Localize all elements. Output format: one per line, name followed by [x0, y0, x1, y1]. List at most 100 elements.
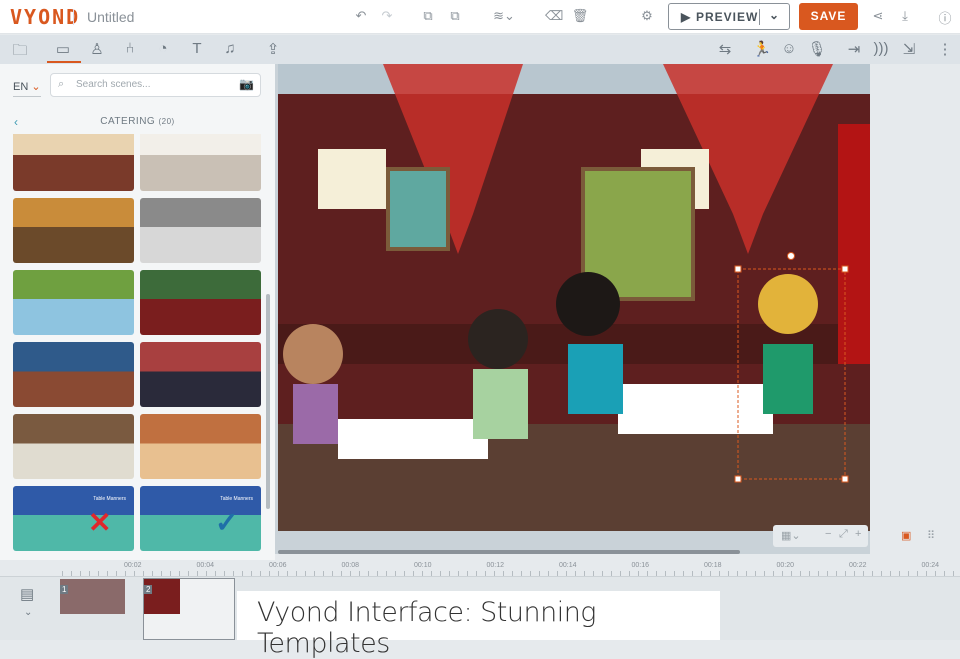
- swap-icon[interactable]: ⇆: [714, 40, 736, 58]
- scenes-tab-icon[interactable]: ▭: [52, 40, 74, 58]
- microphone-icon[interactable]: 🎙: [806, 40, 828, 58]
- zoom-controls: ▦⌄ − ⤢ +: [773, 525, 868, 547]
- ruler-tick: [953, 571, 954, 576]
- trash-icon[interactable]: 🗑: [571, 8, 589, 24]
- save-button[interactable]: SAVE: [799, 3, 858, 30]
- category-title: CATERING (20): [100, 116, 175, 127]
- scene-thumbnail[interactable]: [13, 198, 134, 263]
- ruler-tick: [233, 571, 234, 576]
- ruler-tick: [440, 571, 441, 576]
- scene-thumbnail[interactable]: Table Manners ✕: [13, 486, 134, 551]
- character-icon[interactable]: ♙: [86, 40, 108, 58]
- ruler-tick: [917, 571, 918, 576]
- zoom-in-icon[interactable]: +: [855, 528, 861, 540]
- zoom-out-icon[interactable]: −: [825, 528, 831, 540]
- scene-thumbnail[interactable]: [13, 342, 134, 407]
- ruler-tick: [467, 571, 468, 576]
- ruler-tick: [377, 571, 378, 576]
- ruler-tick: [674, 571, 675, 576]
- layers-icon[interactable]: ≋⌄: [490, 8, 518, 24]
- scene-track-icon[interactable]: ▤: [20, 585, 34, 603]
- ruler-tick: [449, 571, 450, 576]
- ruler-tick: [413, 571, 414, 576]
- download-icon[interactable]: ⤓: [896, 8, 914, 24]
- props-chair-icon[interactable]: ⑃: [119, 40, 141, 57]
- text-icon[interactable]: T: [186, 40, 208, 57]
- motion-path-icon[interactable]: ))): [870, 40, 892, 57]
- search-icon: ⌕: [58, 78, 65, 90]
- scene-thumbnail[interactable]: [140, 134, 261, 191]
- ruler-tick: [737, 571, 738, 576]
- ruler-tick: [548, 571, 549, 576]
- paste-icon[interactable]: ⧉: [446, 8, 464, 24]
- ruler-tick: [125, 571, 126, 576]
- exit-effect-icon[interactable]: ⇲: [898, 40, 920, 58]
- grid-view-icon[interactable]: ⠿: [927, 529, 935, 542]
- scene-thumbnail[interactable]: [140, 414, 261, 479]
- music-icon[interactable]: ♫: [219, 40, 241, 57]
- expression-mask-icon[interactable]: ☺: [778, 40, 800, 57]
- settings-gear-icon[interactable]: ⚙: [638, 8, 656, 24]
- more-menu-icon[interactable]: ⋮: [934, 40, 956, 58]
- scene-thumbnail[interactable]: [13, 134, 134, 191]
- ruler-tick: [332, 571, 333, 576]
- ruler-tick-label: 00:08: [341, 562, 360, 569]
- red-x-icon: ✕: [88, 507, 112, 538]
- ruler-tick-label: 00:10: [414, 562, 432, 569]
- canvas-horizontal-scrollbar[interactable]: [278, 550, 740, 554]
- ruler-tick: [188, 571, 189, 576]
- grid-icon[interactable]: ▦⌄: [781, 529, 801, 542]
- chevron-down-icon[interactable]: ⌄: [24, 607, 32, 618]
- folder-video-icon[interactable]: 🗀: [9, 40, 31, 65]
- chart-pie-icon[interactable]: ◔: [152, 40, 174, 57]
- search-input[interactable]: ⌕ Search scenes... 📷: [50, 73, 261, 97]
- enter-effect-icon[interactable]: ⇥: [843, 40, 865, 58]
- ruler-tick: [314, 571, 315, 576]
- frame-view-icon[interactable]: ▣: [901, 529, 911, 542]
- camera-icon[interactable]: 📷: [239, 77, 254, 91]
- ruler-tick: [746, 571, 747, 576]
- ruler-tick: [800, 571, 801, 576]
- ruler-tick: [476, 571, 477, 576]
- timeline-ruler[interactable]: 00:02 00:04 00:06 00:08 00:10 00:12 00:14 00:16…: [0, 560, 960, 577]
- undo-icon[interactable]: ↶: [352, 8, 370, 24]
- scene-thumbnail[interactable]: [140, 342, 261, 407]
- scene-thumbnail[interactable]: [140, 198, 261, 263]
- ruler-tick-label: 00:04: [196, 562, 215, 569]
- upload-icon[interactable]: ⇪: [262, 40, 284, 58]
- preview-button[interactable]: ▶ PREVIEW ⌄: [668, 3, 790, 30]
- help-icon[interactable]: ⓘ: [936, 8, 954, 27]
- ruler-tick: [62, 571, 63, 576]
- ruler-tick-label: 00:22: [849, 562, 867, 569]
- project-title[interactable]: Untitled: [87, 9, 134, 25]
- ruler-tick: [944, 571, 945, 576]
- ruler-tick: [215, 571, 216, 576]
- clear-icon[interactable]: ⌫: [545, 8, 563, 24]
- timeline-scene-2[interactable]: 2: [143, 578, 235, 640]
- ruler-tick: [566, 571, 567, 576]
- ruler-tick: [620, 571, 621, 576]
- language-select[interactable]: EN ⌄: [13, 80, 41, 97]
- checkmark-icon: ✓: [215, 507, 239, 538]
- ruler-tick: [341, 571, 342, 576]
- scene-canvas[interactable]: [278, 64, 870, 531]
- ruler-tick: [755, 571, 756, 576]
- ruler-tick: [584, 571, 585, 576]
- fit-icon[interactable]: ⤢: [839, 528, 848, 541]
- chevron-down-icon[interactable]: ⌄: [769, 8, 780, 22]
- ruler-tick: [683, 571, 684, 576]
- scene-thumbnail[interactable]: [140, 270, 261, 335]
- scene-thumbnail[interactable]: [13, 414, 134, 479]
- timeline-scene-1[interactable]: 1: [60, 579, 125, 614]
- divider: [759, 9, 760, 25]
- action-run-icon[interactable]: 🏃: [751, 40, 773, 58]
- panel-scrollbar[interactable]: [266, 294, 270, 509]
- ruler-tick: [791, 571, 792, 576]
- scene-thumbnail[interactable]: Table Manners ✓: [140, 486, 261, 551]
- ruler-tick-label: 00:14: [559, 562, 577, 569]
- scene-thumbnail[interactable]: [13, 270, 134, 335]
- redo-icon[interactable]: ↷: [378, 8, 396, 24]
- copy-icon[interactable]: ⧉: [419, 8, 437, 24]
- share-icon[interactable]: ⋖: [869, 8, 887, 24]
- ruler-tick: [881, 571, 882, 576]
